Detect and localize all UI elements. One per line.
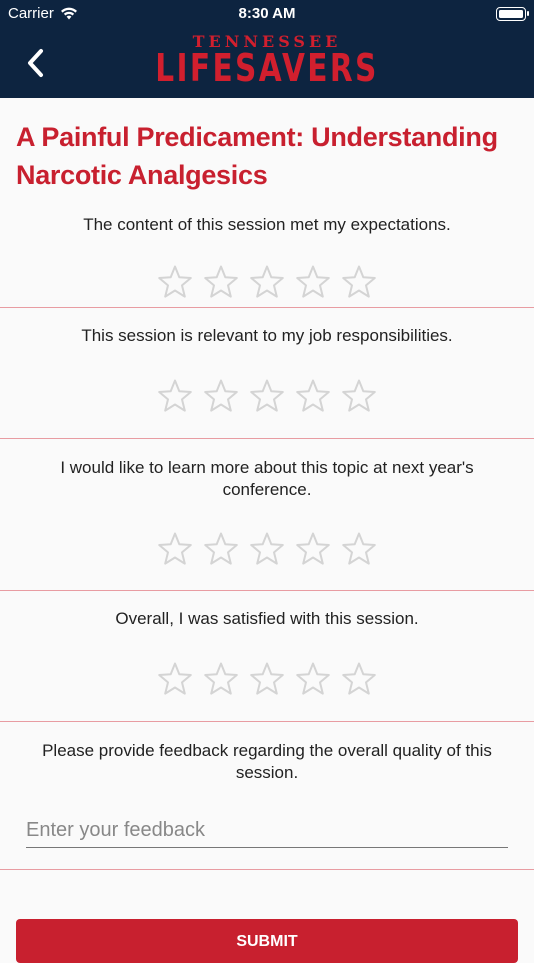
star-icon[interactable] bbox=[203, 531, 239, 567]
question-text: This session is relevant to my job respo… bbox=[81, 326, 453, 345]
logo-main-text: LIFESAVERS bbox=[155, 46, 379, 90]
question-text: Overall, I was satisfied with this sessi… bbox=[115, 609, 419, 628]
star-icon[interactable] bbox=[295, 531, 331, 567]
status-bar: Carrier 8:30 AM bbox=[0, 0, 534, 28]
star-icon[interactable] bbox=[341, 378, 377, 414]
rating-question: The content of this session met my expec… bbox=[0, 194, 534, 308]
star-icon[interactable] bbox=[157, 378, 193, 414]
survey-form: A Painful Predicament: Understanding Nar… bbox=[0, 98, 534, 870]
submit-button[interactable]: SUBMIT bbox=[16, 919, 518, 963]
star-icon[interactable] bbox=[203, 661, 239, 697]
star-icon[interactable] bbox=[341, 531, 377, 567]
app-logo: TENNESSEE LIFESAVERS bbox=[0, 32, 534, 87]
question-text: The content of this session met my expec… bbox=[83, 215, 451, 234]
battery-icon bbox=[496, 7, 529, 21]
star-icon[interactable] bbox=[203, 264, 239, 300]
nav-bar: TENNESSEE LIFESAVERS bbox=[0, 28, 534, 98]
star-icon[interactable] bbox=[295, 378, 331, 414]
feedback-prompt: Please provide feedback regarding the ov… bbox=[42, 741, 492, 782]
star-icon[interactable] bbox=[249, 378, 285, 414]
star-icon[interactable] bbox=[157, 531, 193, 567]
clock: 8:30 AM bbox=[238, 5, 296, 22]
feedback-input[interactable] bbox=[26, 814, 508, 848]
star-rating bbox=[0, 531, 534, 567]
star-rating bbox=[0, 378, 534, 414]
session-title: A Painful Predicament: Understanding Nar… bbox=[16, 122, 498, 190]
star-icon[interactable] bbox=[157, 264, 193, 300]
star-icon[interactable] bbox=[341, 661, 377, 697]
question-text: I would like to learn more about this to… bbox=[60, 458, 474, 499]
star-rating bbox=[0, 661, 534, 697]
star-icon[interactable] bbox=[341, 264, 377, 300]
star-icon[interactable] bbox=[295, 264, 331, 300]
rating-question: Overall, I was satisfied with this sessi… bbox=[0, 591, 534, 722]
star-icon[interactable] bbox=[203, 378, 239, 414]
star-rating bbox=[0, 264, 534, 300]
star-icon[interactable] bbox=[249, 264, 285, 300]
star-icon[interactable] bbox=[249, 531, 285, 567]
rating-question: I would like to learn more about this to… bbox=[0, 439, 534, 591]
feedback-section: Please provide feedback regarding the ov… bbox=[0, 722, 534, 870]
star-icon[interactable] bbox=[157, 661, 193, 697]
rating-question: This session is relevant to my job respo… bbox=[0, 308, 534, 439]
star-icon[interactable] bbox=[249, 661, 285, 697]
star-icon[interactable] bbox=[295, 661, 331, 697]
